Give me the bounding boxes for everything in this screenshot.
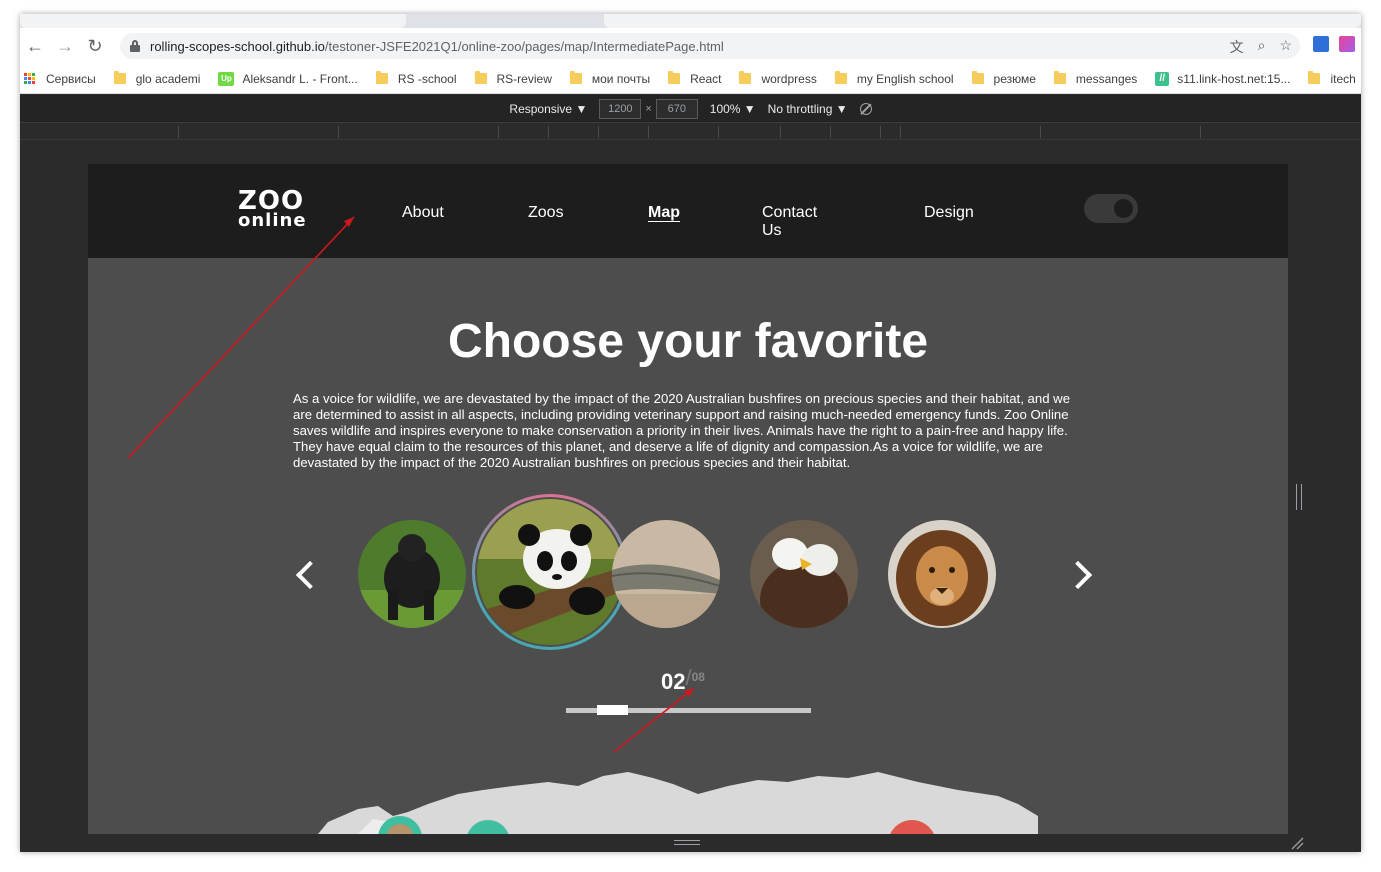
bookmark-label: messanges bbox=[1075, 71, 1138, 86]
viewport-height-grip[interactable] bbox=[674, 840, 700, 845]
throttle-select[interactable]: No throttling ▼ bbox=[768, 102, 848, 116]
bookmark-label: wordpress bbox=[761, 71, 817, 86]
nav-map[interactable]: Map bbox=[648, 204, 680, 222]
url-path: /testoner-JSFE2021Q1/online-zoo/pages/ma… bbox=[324, 38, 724, 54]
site-header: ZOO online About Zoos Map Contact Us Des… bbox=[88, 164, 1288, 258]
nav-design[interactable]: Design bbox=[924, 204, 974, 222]
lock-icon bbox=[130, 40, 140, 52]
bookmark-mail[interactable]: мои почты bbox=[569, 71, 651, 86]
logo-line2: online bbox=[238, 210, 307, 232]
bookmark-label: glo academi bbox=[135, 71, 201, 86]
active-animal-ring bbox=[472, 494, 628, 650]
reload-icon[interactable]: ↻ bbox=[80, 31, 110, 61]
folder-icon bbox=[739, 71, 752, 84]
page-viewport: ZOO online About Zoos Map Contact Us Des… bbox=[88, 164, 1288, 834]
back-icon[interactable]: ← bbox=[20, 31, 50, 61]
tab[interactable] bbox=[604, 14, 1361, 28]
bookmarks-bar: Сервисы glo academi Up Aleksandr L. - Fro… bbox=[20, 64, 1361, 94]
address-bar: ← → ↻ rolling-scopes-school.github.io/te… bbox=[20, 28, 1361, 64]
counter-current: 02 bbox=[661, 669, 686, 694]
forward-icon[interactable]: → bbox=[50, 31, 80, 61]
page-description: As a voice for wildlife, we are devastat… bbox=[293, 391, 1071, 470]
bookmark-rs-review[interactable]: RS-review bbox=[474, 71, 552, 86]
zoom-icon[interactable]: ⌕ bbox=[1258, 37, 1266, 57]
bookmark-label: RS-review bbox=[496, 71, 552, 86]
carousel-progress-thumb[interactable] bbox=[597, 705, 628, 715]
extension-icon[interactable] bbox=[1339, 36, 1355, 52]
carousel-progress-track[interactable] bbox=[566, 705, 811, 715]
folder-icon bbox=[1308, 71, 1321, 84]
media-query-bar[interactable] bbox=[20, 124, 1361, 140]
url-input[interactable]: rolling-scopes-school.github.io/testoner… bbox=[120, 33, 1300, 59]
bookmark-label: itech bbox=[1330, 71, 1356, 86]
theme-toggle[interactable] bbox=[1084, 194, 1138, 223]
toggle-knob bbox=[1114, 199, 1133, 218]
width-input[interactable]: 1200 bbox=[599, 98, 642, 119]
bookmark-upwork[interactable]: Up Aleksandr L. - Front... bbox=[218, 71, 358, 86]
carousel-prev-button[interactable] bbox=[294, 557, 318, 593]
folder-icon bbox=[113, 71, 126, 84]
animal-lion[interactable] bbox=[888, 520, 996, 628]
viewport-resize-handle[interactable] bbox=[1296, 484, 1302, 510]
animal-gorilla[interactable] bbox=[358, 520, 466, 628]
browser-window: ← → ↻ rolling-scopes-school.github.io/te… bbox=[20, 14, 1361, 852]
bookmark-label: мои почты bbox=[591, 71, 651, 86]
folder-icon bbox=[375, 71, 388, 84]
carousel-next-button[interactable] bbox=[1068, 557, 1092, 593]
rotate-icon[interactable] bbox=[859, 102, 872, 115]
bookmark-link-host[interactable]: // s11.link-host.net:15... bbox=[1155, 71, 1291, 86]
page-title: Choose your favorite bbox=[447, 315, 929, 368]
star-icon[interactable]: ☆ bbox=[1279, 37, 1292, 57]
animal-panda[interactable] bbox=[477, 499, 623, 645]
counter-total: 08 bbox=[691, 670, 705, 684]
bookmark-glo-academi[interactable]: glo academi bbox=[113, 71, 201, 86]
bookmark-services[interactable]: Сервисы bbox=[24, 72, 96, 86]
folder-icon bbox=[971, 71, 984, 84]
upwork-icon: Up bbox=[218, 71, 235, 86]
bookmark-react[interactable]: React bbox=[668, 71, 722, 86]
counter-separator: / bbox=[685, 665, 692, 690]
height-input[interactable]: 670 bbox=[655, 98, 698, 119]
bookmark-label: резюме bbox=[993, 71, 1036, 86]
bookmark-label: React bbox=[690, 71, 722, 86]
tab-strip bbox=[20, 14, 1361, 28]
dimension-separator: × bbox=[645, 102, 652, 115]
apps-icon bbox=[24, 72, 36, 85]
site-logo[interactable]: ZOO online bbox=[238, 188, 307, 232]
folder-icon bbox=[1053, 71, 1066, 84]
bookmark-rs-school[interactable]: RS -school bbox=[375, 71, 457, 86]
folder-icon bbox=[474, 71, 487, 84]
folder-icon bbox=[569, 71, 582, 84]
bookmark-label: Сервисы bbox=[46, 71, 96, 86]
viewport-bottom-bar bbox=[88, 834, 1288, 852]
device-select[interactable]: Responsive ▼ bbox=[509, 102, 587, 116]
url-text: rolling-scopes-school.github.io/testoner… bbox=[150, 39, 724, 54]
bookmark-label: my English school bbox=[856, 71, 954, 86]
extension-icon[interactable] bbox=[1313, 36, 1329, 52]
animal-alligator[interactable] bbox=[612, 520, 720, 628]
bookmark-wordpress[interactable]: wordpress bbox=[739, 71, 817, 86]
carousel-counter: 02/08 bbox=[661, 665, 705, 695]
nav-zoos[interactable]: Zoos bbox=[528, 204, 564, 222]
bookmark-label: RS -school bbox=[397, 71, 457, 86]
nav-about[interactable]: About bbox=[402, 204, 444, 222]
folder-icon bbox=[834, 71, 847, 84]
translate-icon[interactable]: 文 bbox=[1230, 37, 1244, 57]
bookmark-messanges[interactable]: messanges bbox=[1053, 71, 1138, 86]
devtools-device-toolbar: Responsive ▼ 1200 × 670 100% ▼ No thrott… bbox=[20, 95, 1361, 123]
bookmark-english-school[interactable]: my English school bbox=[834, 71, 954, 86]
viewport-corner-resize-handle[interactable] bbox=[1290, 836, 1304, 850]
bookmark-resume[interactable]: резюме bbox=[971, 71, 1036, 86]
tab[interactable] bbox=[20, 14, 406, 28]
world-map bbox=[318, 764, 1038, 834]
animal-eagle[interactable] bbox=[750, 520, 858, 628]
zoom-select[interactable]: 100% ▼ bbox=[710, 102, 756, 116]
bookmark-label: s11.link-host.net:15... bbox=[1177, 71, 1291, 86]
nav-contact[interactable]: Contact Us bbox=[762, 204, 817, 240]
folder-icon bbox=[668, 71, 681, 84]
url-host: rolling-scopes-school.github.io bbox=[150, 38, 325, 54]
bookmark-label: Aleksandr L. - Front... bbox=[242, 71, 358, 86]
site-icon: // bbox=[1155, 71, 1170, 86]
bookmark-itech[interactable]: itech bbox=[1308, 71, 1356, 86]
